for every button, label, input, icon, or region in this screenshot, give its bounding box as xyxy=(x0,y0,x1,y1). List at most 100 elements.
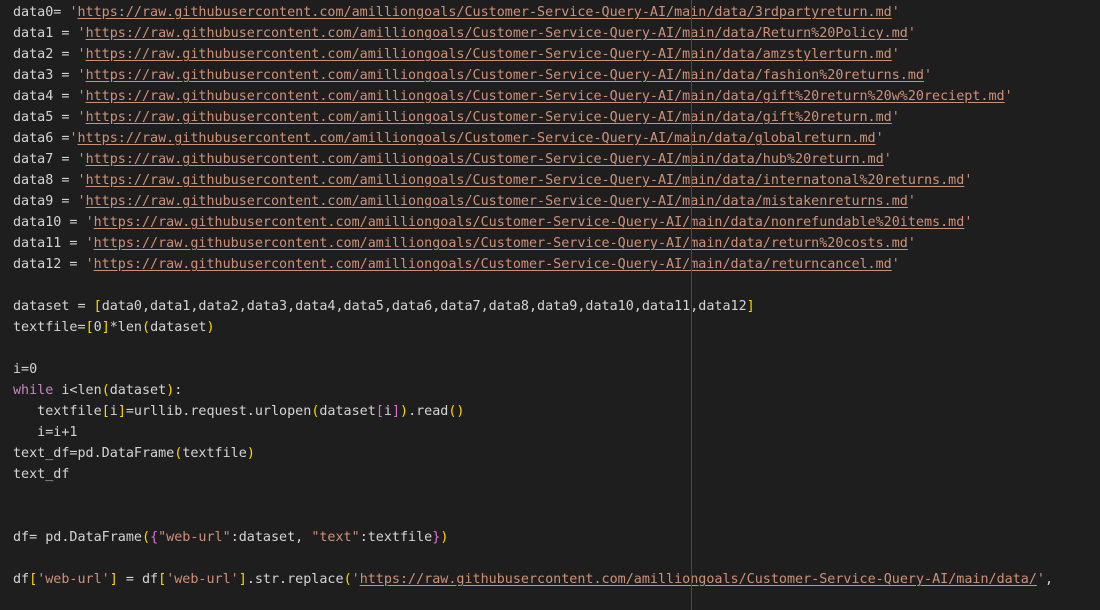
code-token: ] xyxy=(391,404,400,419)
code-line[interactable]: data8 = 'https://raw.githubusercontent.c… xyxy=(13,170,972,191)
code-token: ' xyxy=(907,26,916,41)
code-token: data10 = xyxy=(13,215,86,230)
code-token: ' xyxy=(77,173,86,188)
code-token: ) xyxy=(206,320,215,335)
code-token: dataset = xyxy=(13,299,94,314)
code-token: .read xyxy=(408,404,449,419)
code-token: ' xyxy=(77,68,86,83)
code-token: .str.replace xyxy=(246,572,344,587)
url-link[interactable]: https://raw.githubusercontent.com/amilli… xyxy=(78,131,876,146)
code-token: ' xyxy=(1036,572,1045,587)
code-token: [ xyxy=(29,572,38,587)
code-line[interactable]: data11 = 'https://raw.githubusercontent.… xyxy=(13,233,916,254)
code-token: ( xyxy=(142,530,151,545)
code-line[interactable]: textfile[i]=urllib.request.urlopen(datas… xyxy=(13,401,465,422)
code-line[interactable]: dataset = [data0,data1,data2,data3,data4… xyxy=(13,296,755,317)
code-token: data11 = xyxy=(13,236,86,251)
code-token: ' xyxy=(964,173,973,188)
code-token: 'web-url' xyxy=(166,572,239,587)
code-line[interactable]: data4 = 'https://raw.githubusercontent.c… xyxy=(13,86,1013,107)
code-line[interactable]: data7 = 'https://raw.githubusercontent.c… xyxy=(13,149,892,170)
url-link[interactable]: https://raw.githubusercontent.com/amilli… xyxy=(86,68,924,83)
code-token: ' xyxy=(85,215,94,230)
code-token: ( xyxy=(142,320,151,335)
code-line[interactable]: data12 = 'https://raw.githubusercontent.… xyxy=(13,254,900,275)
url-link[interactable]: https://raw.githubusercontent.com/amilli… xyxy=(86,47,892,62)
code-line[interactable]: data10 = 'https://raw.githubusercontent.… xyxy=(13,212,972,233)
code-line[interactable]: i=0 xyxy=(13,359,37,380)
url-link[interactable]: https://raw.githubusercontent.com/amilli… xyxy=(94,236,908,251)
code-token: ' xyxy=(891,47,900,62)
url-link[interactable]: https://raw.githubusercontent.com/amilli… xyxy=(86,89,1005,104)
code-token: ] xyxy=(746,299,755,314)
url-link[interactable]: https://raw.githubusercontent.com/amilli… xyxy=(86,194,908,209)
url-link[interactable]: https://raw.githubusercontent.com/amilli… xyxy=(94,215,965,230)
code-line[interactable]: df['web-url'] = df['web-url'].str.replac… xyxy=(13,569,1053,590)
code-token: ' xyxy=(1004,89,1013,104)
url-link[interactable]: https://raw.githubusercontent.com/amilli… xyxy=(86,152,884,167)
code-token: data0,data1,data2,data3,data4,data5,data… xyxy=(101,299,747,314)
code-token: ' xyxy=(351,572,360,587)
code-token: dataset xyxy=(109,383,167,398)
code-line[interactable]: data2 = 'https://raw.githubusercontent.c… xyxy=(13,44,900,65)
code-token: ' xyxy=(907,194,916,209)
code-token: ' xyxy=(924,68,933,83)
code-token: [ xyxy=(158,572,167,587)
code-token: [ xyxy=(85,320,94,335)
code-token: "web-url" xyxy=(158,530,231,545)
code-token: i xyxy=(109,404,118,419)
code-token: ' xyxy=(907,236,916,251)
editor-ruler xyxy=(691,0,692,610)
code-line[interactable]: i=i+1 xyxy=(13,422,77,443)
code-token: data3 = xyxy=(13,68,78,83)
code-token: , xyxy=(1044,572,1054,587)
code-line[interactable]: df= pd.DataFrame({"web-url":dataset, "te… xyxy=(13,527,448,548)
code-editor[interactable]: data0= 'https://raw.githubusercontent.co… xyxy=(13,0,1100,610)
code-line[interactable]: data5 = 'https://raw.githubusercontent.c… xyxy=(13,107,900,128)
url-link[interactable]: https://raw.githubusercontent.com/amilli… xyxy=(86,173,965,188)
code-token: 0 xyxy=(93,320,102,335)
url-link[interactable]: https://raw.githubusercontent.com/amilli… xyxy=(94,257,892,272)
code-line[interactable]: data9 = 'https://raw.githubusercontent.c… xyxy=(13,191,916,212)
code-token: textfile xyxy=(13,404,102,419)
url-link[interactable]: https://raw.githubusercontent.com/amilli… xyxy=(86,110,892,125)
code-line[interactable]: data6 = 'https://raw.githubusercontent.co… xyxy=(13,128,884,149)
code-line[interactable]: while i<len(dataset): xyxy=(13,380,182,401)
code-token: ] xyxy=(238,572,247,587)
code-token: ' xyxy=(883,152,892,167)
code-token: ] xyxy=(117,404,126,419)
code-token: data2 = xyxy=(13,47,78,62)
code-token: data6 = xyxy=(13,131,70,146)
code-token: ( xyxy=(101,383,110,398)
code-token: textfile= xyxy=(13,320,86,335)
code-line[interactable]: text_df=pd.DataFrame(textfile) xyxy=(13,443,255,464)
code-token: data12 = xyxy=(13,257,86,272)
code-line[interactable]: textfile=[0]*len(dataset) xyxy=(13,317,215,338)
code-line[interactable]: data3 = 'https://raw.githubusercontent.c… xyxy=(13,65,932,86)
code-token: i<len xyxy=(53,383,102,398)
code-token: ] xyxy=(109,572,118,587)
code-token: = df xyxy=(117,572,159,587)
code-token: ' xyxy=(891,257,900,272)
code-token: [ xyxy=(101,404,110,419)
code-line[interactable]: text_df xyxy=(13,464,69,485)
code-token: { xyxy=(150,530,159,545)
code-line[interactable]: data0= 'https://raw.githubusercontent.co… xyxy=(13,2,900,23)
code-token: data1 = xyxy=(13,26,78,41)
code-token: ' xyxy=(77,194,86,209)
url-link[interactable]: https://raw.githubusercontent.com/amilli… xyxy=(360,572,1037,587)
code-token: ) xyxy=(440,530,449,545)
code-token: ' xyxy=(875,131,884,146)
url-link[interactable]: https://raw.githubusercontent.com/amilli… xyxy=(86,26,908,41)
code-token: df= pd.DataFrame xyxy=(13,530,142,545)
code-line[interactable]: data1 = 'https://raw.githubusercontent.c… xyxy=(13,23,916,44)
code-token: ) xyxy=(400,404,409,419)
url-link[interactable]: https://raw.githubusercontent.com/amilli… xyxy=(78,5,892,20)
code-token: text_df xyxy=(13,467,70,482)
code-token: ] xyxy=(101,320,110,335)
code-token: () xyxy=(448,404,465,419)
code-token: *len xyxy=(109,320,142,335)
code-token: ' xyxy=(85,257,94,272)
code-token: :textfile xyxy=(359,530,433,545)
code-token: :dataset, xyxy=(230,530,312,545)
